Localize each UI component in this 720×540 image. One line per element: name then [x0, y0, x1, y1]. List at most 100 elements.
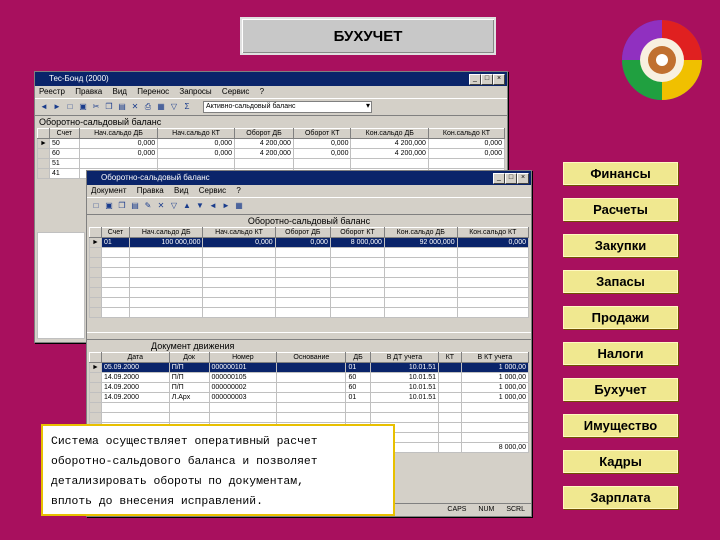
close-icon[interactable]: × — [517, 173, 529, 184]
nav-button-inventory[interactable]: Запасы — [563, 270, 678, 293]
table-row[interactable] — [89, 402, 530, 413]
paste-icon[interactable]: ▤ — [130, 201, 140, 211]
column-header[interactable]: Кон.сальдо КТ — [456, 227, 530, 238]
column-header[interactable]: ДБ — [345, 352, 371, 363]
menu-item[interactable]: Запросы — [179, 87, 211, 96]
menu-item[interactable]: Сервис — [199, 186, 226, 195]
nav-button-settlements[interactable]: Расчеты — [563, 198, 678, 221]
menu-item[interactable]: Вид — [174, 186, 188, 195]
table-row[interactable] — [89, 277, 530, 288]
paste-icon[interactable]: ▤ — [117, 102, 127, 112]
column-header[interactable]: Нач.сальдо ДБ — [128, 227, 204, 238]
table-row[interactable]: 60 0,000 0,000 4 200,000 0,000 4 200,000… — [37, 148, 506, 159]
filter-icon[interactable]: ▽ — [169, 102, 179, 112]
filter-icon[interactable]: ▽ — [169, 201, 179, 211]
column-header[interactable]: Оборот ДБ — [234, 128, 294, 139]
splitter[interactable] — [87, 332, 531, 340]
column-header[interactable]: Счет — [100, 227, 130, 238]
detail-icon[interactable]: ▦ — [234, 201, 244, 211]
arrow-left-icon[interactable]: ◄ — [208, 201, 218, 211]
front-window-subheader: Оборотно-сальдовый баланс — [87, 215, 531, 227]
column-header[interactable]: Дата — [100, 352, 170, 363]
close-icon[interactable]: × — [493, 74, 505, 85]
table-row[interactable]: 14.09.2000 П/П 000000105 60 10.01.51 1 0… — [89, 372, 530, 383]
minimize-icon[interactable]: _ — [493, 173, 505, 184]
menu-item[interactable]: Правка — [75, 87, 102, 96]
new-icon[interactable]: □ — [91, 201, 101, 211]
arrow-right-icon[interactable]: ► — [221, 201, 231, 211]
edit-icon[interactable]: ✎ — [143, 201, 153, 211]
table-row[interactable] — [89, 412, 530, 423]
front-window-titlebar[interactable]: Оборотно-сальдовый баланс _ □ × — [87, 171, 531, 185]
nav-button-accounting[interactable]: Бухучет — [563, 378, 678, 401]
column-header[interactable]: Оборот КТ — [329, 227, 385, 238]
table-row[interactable]: ► 05.09.2000 П/П 000000101 01 10.01.51 1… — [89, 362, 530, 373]
nav-button-sales[interactable]: Продажи — [563, 306, 678, 329]
menu-item[interactable]: Перенос — [137, 87, 169, 96]
table-row[interactable]: 51 — [37, 158, 506, 169]
column-header[interactable]: Кон.сальдо ДБ — [383, 227, 458, 238]
table-row[interactable] — [89, 257, 530, 268]
print-icon[interactable]: ⎙ — [143, 102, 153, 112]
column-header[interactable]: Оборот КТ — [292, 128, 352, 139]
column-header[interactable]: В ДТ учета — [369, 352, 440, 363]
nav-button-taxes[interactable]: Налоги — [563, 342, 678, 365]
minimize-icon[interactable]: _ — [469, 74, 481, 85]
delete-icon[interactable]: ✕ — [156, 201, 166, 211]
table-row[interactable]: 14.09.2000 П/П 000000002 60 10.01.51 1 0… — [89, 382, 530, 393]
table-row[interactable] — [89, 247, 530, 258]
column-header[interactable]: Кон.сальдо ДБ — [350, 128, 429, 139]
menu-item[interactable]: ? — [236, 186, 240, 195]
table-row[interactable] — [89, 267, 530, 278]
menu-item[interactable]: Правка — [137, 186, 164, 195]
column-header[interactable]: Док — [168, 352, 210, 363]
copy-icon[interactable]: ❐ — [117, 201, 127, 211]
save-icon[interactable]: ▣ — [78, 102, 88, 112]
table-row[interactable] — [89, 287, 530, 298]
new-icon[interactable]: □ — [65, 102, 75, 112]
copy-icon[interactable]: ❐ — [104, 102, 114, 112]
column-header[interactable]: В КТ учета — [460, 352, 530, 363]
report-type-select[interactable]: Активно-сальдовый баланс — [203, 101, 372, 113]
menu-item[interactable]: ? — [260, 87, 264, 96]
menu-item[interactable]: Вид — [113, 87, 127, 96]
table-row[interactable] — [89, 307, 530, 318]
nav-button-finance[interactable]: Финансы — [563, 162, 678, 185]
column-header[interactable]: КТ — [438, 352, 462, 363]
menu-item[interactable]: Сервис — [222, 87, 249, 96]
nav-button-salary[interactable]: Зарплата — [563, 486, 678, 509]
arrow-right-icon[interactable]: ► — [52, 102, 62, 112]
status-scrl: SCRL — [506, 506, 525, 513]
table-row[interactable] — [89, 297, 530, 308]
nav-button-purchases[interactable]: Закупки — [563, 234, 678, 257]
save-icon[interactable]: ▣ — [104, 201, 114, 211]
back-window-titlebar[interactable]: Тес-Бонд (2000) _ □ × — [35, 72, 507, 86]
column-header[interactable]: Нач.сальдо КТ — [157, 128, 236, 139]
menu-item[interactable]: Документ — [91, 186, 127, 195]
table-row[interactable]: ► 01 100 000,000 0,000 0,000 8 000,000 9… — [89, 237, 530, 248]
column-header[interactable]: Кон.сальдо КТ — [427, 128, 506, 139]
delete-icon[interactable]: ✕ — [130, 102, 140, 112]
sigma-icon[interactable]: Σ — [182, 102, 192, 112]
column-header[interactable]: Основание — [276, 352, 347, 363]
maximize-icon[interactable]: □ — [481, 74, 493, 85]
status-caps: CAPS — [447, 506, 467, 513]
table-row[interactable]: 14.09.2000 Л.Арх 000000003 01 10.01.51 1… — [89, 392, 530, 403]
column-header[interactable]: Нач.сальдо КТ — [202, 227, 276, 238]
back-window-menubar: Реестр Правка Вид Перенос Запросы Сервис… — [35, 86, 507, 98]
column-header[interactable]: Номер — [208, 352, 278, 363]
arrow-up-icon[interactable]: ▲ — [182, 201, 192, 211]
preview-icon[interactable]: ▦ — [156, 102, 166, 112]
nav-button-personnel[interactable]: Кадры — [563, 450, 678, 473]
nav-button-property[interactable]: Имущество — [563, 414, 678, 437]
column-header[interactable]: Нач.сальдо ДБ — [78, 128, 159, 139]
maximize-icon[interactable]: □ — [505, 173, 517, 184]
column-header[interactable]: Оборот ДБ — [274, 227, 331, 238]
cut-icon[interactable]: ✂ — [91, 102, 101, 112]
column-header[interactable]: Счет — [48, 128, 80, 139]
arrow-down-icon[interactable]: ▼ — [195, 201, 205, 211]
table-row[interactable]: ► 50 0,000 0,000 4 200,000 0,000 4 200,0… — [37, 138, 506, 149]
arrow-left-icon[interactable]: ◄ — [39, 102, 49, 112]
front-window-menubar: Документ Правка Вид Сервис ? — [87, 185, 531, 197]
menu-item[interactable]: Реестр — [39, 87, 65, 96]
